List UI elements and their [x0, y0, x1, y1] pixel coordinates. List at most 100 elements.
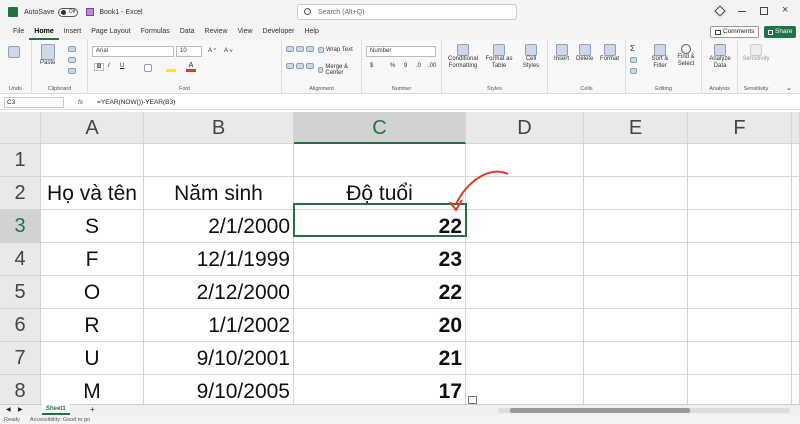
underline-button[interactable]: U — [120, 63, 124, 69]
grid-cell[interactable]: 9/10/2001 — [144, 342, 294, 375]
grid-cell[interactable] — [688, 144, 792, 177]
grid-cell[interactable]: U — [41, 342, 144, 375]
add-sheet-button[interactable]: + — [90, 405, 95, 415]
grid-cell[interactable]: 22 — [294, 276, 466, 309]
prev-sheet-icon[interactable]: ◀ — [6, 406, 11, 413]
grid-cell[interactable]: O — [41, 276, 144, 309]
save-icon[interactable] — [86, 8, 95, 16]
row-header-3[interactable]: 3 — [0, 210, 41, 243]
align-left-icon[interactable] — [286, 63, 294, 69]
grid-cell[interactable] — [584, 177, 688, 210]
grid-cell[interactable] — [688, 177, 792, 210]
grid-cell[interactable]: 23 — [294, 243, 466, 276]
grid-cell[interactable] — [466, 243, 584, 276]
tab-insert[interactable]: Insert — [59, 24, 87, 40]
column-header-c[interactable]: C — [294, 112, 466, 144]
align-middle-icon[interactable] — [296, 46, 304, 52]
find-select-button[interactable]: Find & Select — [674, 44, 698, 68]
grid-cell[interactable]: 21 — [294, 342, 466, 375]
grid-cell[interactable] — [792, 342, 800, 375]
grid-cell[interactable] — [792, 276, 800, 309]
wrap-text-button[interactable]: Wrap Text — [318, 47, 353, 53]
grid-cell[interactable] — [466, 309, 584, 342]
row-header-2[interactable]: 2 — [0, 177, 41, 210]
restore-icon[interactable] — [760, 7, 768, 15]
minimize-icon[interactable] — [738, 11, 746, 12]
pen-icon[interactable] — [714, 5, 726, 17]
grid-cell[interactable] — [41, 144, 144, 177]
tab-developer[interactable]: Developer — [258, 24, 300, 40]
horizontal-scroll-thumb[interactable] — [510, 408, 690, 413]
italic-button[interactable]: I — [108, 63, 110, 69]
tab-page-layout[interactable]: Page Layout — [86, 24, 135, 40]
undo-button[interactable] — [8, 46, 20, 58]
tab-help[interactable]: Help — [299, 24, 323, 40]
grow-font-icon[interactable]: A ^ — [208, 48, 216, 54]
column-header-f[interactable]: F — [688, 112, 792, 144]
font-size-select[interactable]: 10 — [176, 46, 202, 57]
align-top-icon[interactable] — [286, 46, 294, 52]
orientation-icon[interactable] — [306, 46, 314, 52]
insert-cells-button[interactable]: Insert — [554, 44, 569, 63]
grid-cell[interactable] — [584, 210, 688, 243]
row-header-5[interactable]: 5 — [0, 276, 41, 309]
conditional-formatting-button[interactable]: Conditional Formatting — [446, 44, 480, 70]
select-all-corner[interactable] — [0, 112, 41, 144]
copy-icon[interactable] — [68, 57, 76, 63]
grid-cell[interactable] — [584, 342, 688, 375]
grid-cell[interactable] — [584, 243, 688, 276]
tab-review[interactable]: Review — [200, 24, 233, 40]
formula-fx-icon[interactable]: fx — [78, 99, 83, 106]
grid-cell[interactable]: 12/1/1999 — [144, 243, 294, 276]
grid-cell[interactable]: 2/12/2000 — [144, 276, 294, 309]
grid-cell[interactable] — [792, 144, 800, 177]
align-right-icon[interactable] — [306, 63, 314, 69]
grid-cell[interactable] — [688, 309, 792, 342]
grid-cell[interactable]: Họ và tên — [41, 177, 144, 210]
grid-cell[interactable] — [792, 210, 800, 243]
column-header-a[interactable]: A — [41, 112, 144, 144]
close-icon[interactable]: × — [782, 4, 788, 16]
grid-cell[interactable] — [792, 243, 800, 276]
quick-analysis-icon[interactable] — [468, 396, 477, 404]
search-box[interactable]: Search (Alt+Q) — [297, 4, 517, 20]
tab-formulas[interactable]: Formulas — [136, 24, 175, 40]
shrink-font-icon[interactable]: Av — [224, 48, 233, 54]
grid-cell[interactable] — [688, 210, 792, 243]
borders-icon[interactable] — [144, 64, 152, 72]
cell-styles-button[interactable]: Cell Styles — [518, 44, 544, 70]
grid-cell[interactable] — [584, 309, 688, 342]
tab-home[interactable]: Home — [29, 24, 59, 40]
next-sheet-icon[interactable]: ▶ — [18, 406, 23, 413]
clear-icon[interactable] — [630, 68, 637, 74]
sort-filter-button[interactable]: Sort & Filter — [648, 44, 672, 70]
spreadsheet-grid[interactable]: A B C D E F 1 2 Họ và tên Năm sinh Độ tuổi 3 S… — [0, 112, 800, 408]
grid-cell[interactable]: 2/1/2000 — [144, 210, 294, 243]
format-as-table-button[interactable]: Format as Table — [482, 44, 516, 70]
grid-cell[interactable]: F — [41, 243, 144, 276]
column-header-e[interactable]: E — [584, 112, 688, 144]
grid-cell[interactable]: 1/1/2002 — [144, 309, 294, 342]
share-button[interactable]: Share — [764, 26, 797, 38]
tab-file[interactable]: File — [8, 24, 29, 40]
autosum-icon[interactable]: Σ — [630, 44, 635, 53]
format-cells-button[interactable]: Format — [600, 44, 619, 63]
font-name-select[interactable]: Arial — [92, 46, 174, 57]
currency-button[interactable]: $ — [370, 63, 373, 69]
fill-color-icon[interactable] — [166, 64, 176, 72]
bold-button[interactable]: B — [94, 63, 105, 71]
cut-icon[interactable] — [68, 46, 76, 52]
autosave-toggle[interactable]: Off — [58, 7, 79, 17]
grid-cell[interactable]: S — [41, 210, 144, 243]
font-color-icon[interactable]: A — [186, 62, 196, 72]
grid-cell[interactable] — [688, 276, 792, 309]
delete-cells-button[interactable]: Delete — [576, 44, 593, 63]
increase-decimal-button[interactable]: .0 — [416, 63, 421, 69]
grid-cell[interactable]: 20 — [294, 309, 466, 342]
comments-button[interactable]: Comments — [710, 26, 760, 38]
grid-cell[interactable] — [466, 276, 584, 309]
number-format-select[interactable]: Number — [366, 46, 436, 57]
column-header-d[interactable]: D — [466, 112, 584, 144]
name-box[interactable]: C3 — [4, 97, 64, 108]
grid-cell[interactable] — [688, 342, 792, 375]
